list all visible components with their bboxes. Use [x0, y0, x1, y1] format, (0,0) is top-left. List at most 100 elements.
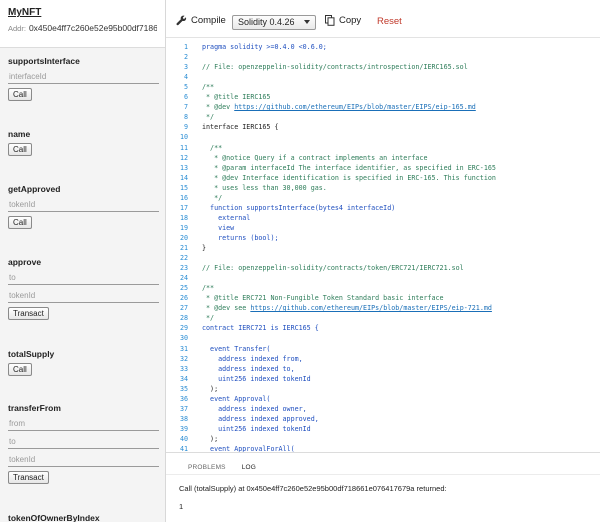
call-button[interactable]: Call — [8, 88, 32, 101]
line-number: 17 — [179, 203, 188, 212]
code-link[interactable]: https://github.com/ethereum/EIPs/blob/ma… — [234, 103, 476, 111]
code-line: 33 address indexed to, — [166, 364, 600, 374]
code-text: /** — [202, 143, 223, 152]
line-number: 29 — [179, 324, 188, 333]
line-number: 12 — [179, 153, 188, 162]
code-line: 2 — [166, 52, 600, 62]
line-number: 37 — [179, 404, 188, 413]
code-text: interface IERC165 { — [202, 123, 279, 132]
code-text: } — [202, 244, 207, 252]
function-name: transferFrom — [8, 403, 61, 413]
code-link[interactable]: https://github.com/ethereum/EIPs/blob/ma… — [250, 304, 492, 312]
code-line: 27 * @dev see https://github.com/ethereu… — [166, 303, 600, 313]
line-number: 26 — [179, 294, 188, 303]
code-line: 4 — [166, 72, 600, 82]
line-number: 16 — [179, 193, 188, 202]
code-line: 37 address indexed owner, — [166, 404, 600, 414]
code-line: 9 interface IERC165 { — [166, 122, 600, 132]
line-number: 40 — [179, 434, 188, 443]
line-number: 24 — [179, 274, 188, 283]
tokenid-input[interactable] — [8, 198, 159, 212]
code-text: * @title IERC165 — [202, 93, 271, 102]
code-line: 12 * @notice Query if a contract impleme… — [166, 153, 600, 163]
code-text: ); — [202, 384, 219, 393]
code-line: 39 uint256 indexed tokenId — [166, 424, 600, 434]
code-editor[interactable]: 1 pragma solidity >=0.4.0 <0.6.0; 2 3 // Fil… — [166, 38, 600, 452]
code-line: 21} — [166, 243, 600, 253]
code-text: uint256 indexed tokenId — [202, 374, 311, 383]
code-text: * @dev see https://github.com/ethereum/E… — [202, 304, 492, 313]
line-number: 41 — [179, 445, 188, 452]
output-panel: PROBLEMS LOG Call (totalSupply) at 0x450… — [166, 452, 600, 522]
code-text: address indexed owner, — [202, 404, 307, 413]
compile-label: Compile — [191, 15, 226, 26]
code-text: */ — [202, 113, 215, 122]
code-text: event Approval( — [202, 394, 271, 403]
code-text: event Transfer( — [202, 344, 271, 353]
code-text: */ — [202, 314, 215, 323]
line-number: 34 — [179, 374, 188, 383]
from-input[interactable] — [8, 417, 159, 431]
code-text: uint256 indexed tokenId — [202, 424, 311, 433]
line-number: 22 — [179, 254, 188, 263]
line-number: 11 — [179, 143, 188, 152]
line-number: 4 — [183, 73, 188, 82]
code-line: 40 ); — [166, 434, 600, 444]
call-button[interactable]: Call — [8, 143, 32, 156]
code-line: 29 contract IERC721 is IERC165 { — [166, 323, 600, 333]
code-text: ); — [202, 434, 219, 443]
to-input[interactable] — [8, 435, 159, 449]
function-getapproved: getApproved Call — [8, 184, 160, 229]
code-line: 31 event Transfer( — [166, 344, 600, 354]
reset-button[interactable]: Reset — [377, 16, 402, 27]
function-approve: approve Transact — [8, 257, 160, 320]
line-number: 39 — [179, 424, 188, 433]
compile-button[interactable]: Compile — [176, 15, 226, 26]
line-number: 8 — [183, 113, 188, 122]
code-line: 24 — [166, 273, 600, 283]
code-text: returns (bool); — [202, 233, 279, 242]
code-line: 20 returns (bool); — [166, 233, 600, 243]
code-line: 1 pragma solidity >=0.4.0 <0.6.0; — [166, 42, 600, 52]
code-line: 16 */ — [166, 193, 600, 203]
function-tokenofownerbyindex: tokenOfOwnerByIndex — [8, 513, 160, 522]
contract-name-link[interactable]: MyNFT — [8, 7, 157, 18]
copy-icon — [325, 15, 335, 26]
code-text: address indexed from, — [202, 354, 303, 363]
editor-toolbar: Compile Solidity 0.4.26 Copy Reset — [166, 0, 600, 38]
code-text: // File: openzeppelin-solidity/contracts… — [202, 63, 468, 72]
compiler-version-select[interactable]: Solidity 0.4.26 — [232, 15, 316, 30]
line-number: 33 — [179, 364, 188, 373]
code-text: * @dev https://github.com/ethereum/EIPs/… — [202, 103, 476, 112]
line-number: 10 — [179, 133, 188, 142]
function-name: totalSupply — [8, 349, 55, 359]
call-button[interactable]: Call — [8, 216, 32, 229]
tokenid-input[interactable] — [8, 289, 159, 303]
code-line: 17 function supportsInterface(bytes4 int… — [166, 203, 600, 213]
code-line: 10 — [166, 132, 600, 142]
to-input[interactable] — [8, 271, 159, 285]
function-totalsupply: totalSupply Call — [8, 349, 160, 376]
function-name-section: name Call — [8, 129, 160, 156]
line-number: 7 — [183, 103, 188, 112]
copy-button[interactable]: Copy — [325, 15, 361, 26]
wrench-icon — [176, 15, 187, 26]
code-line: 26 * @title ERC721 Non-Fungible Token St… — [166, 293, 600, 303]
line-number: 36 — [179, 394, 188, 403]
interfaceid-input[interactable] — [8, 70, 159, 84]
code-line: 22 — [166, 253, 600, 263]
functions-sidebar: MyNFT Addr: 0x450e4ff7c260e52e95b00df7186… — [0, 0, 166, 522]
line-number: 19 — [179, 223, 188, 232]
tokenid-input[interactable] — [8, 453, 159, 467]
line-number: 31 — [179, 344, 188, 353]
code-line: 6 * @title IERC165 — [166, 92, 600, 102]
line-number: 14 — [179, 173, 188, 182]
code-line: 14 * @dev Interface identification is sp… — [166, 173, 600, 183]
call-button[interactable]: Call — [8, 363, 32, 376]
code-line: 35 ); — [166, 384, 600, 394]
code-line: 8 */ — [166, 112, 600, 122]
transact-button[interactable]: Transact — [8, 307, 49, 320]
line-number: 32 — [179, 354, 188, 363]
transact-button[interactable]: Transact — [8, 471, 49, 484]
code-text: event ApprovalForAll( — [202, 445, 295, 452]
